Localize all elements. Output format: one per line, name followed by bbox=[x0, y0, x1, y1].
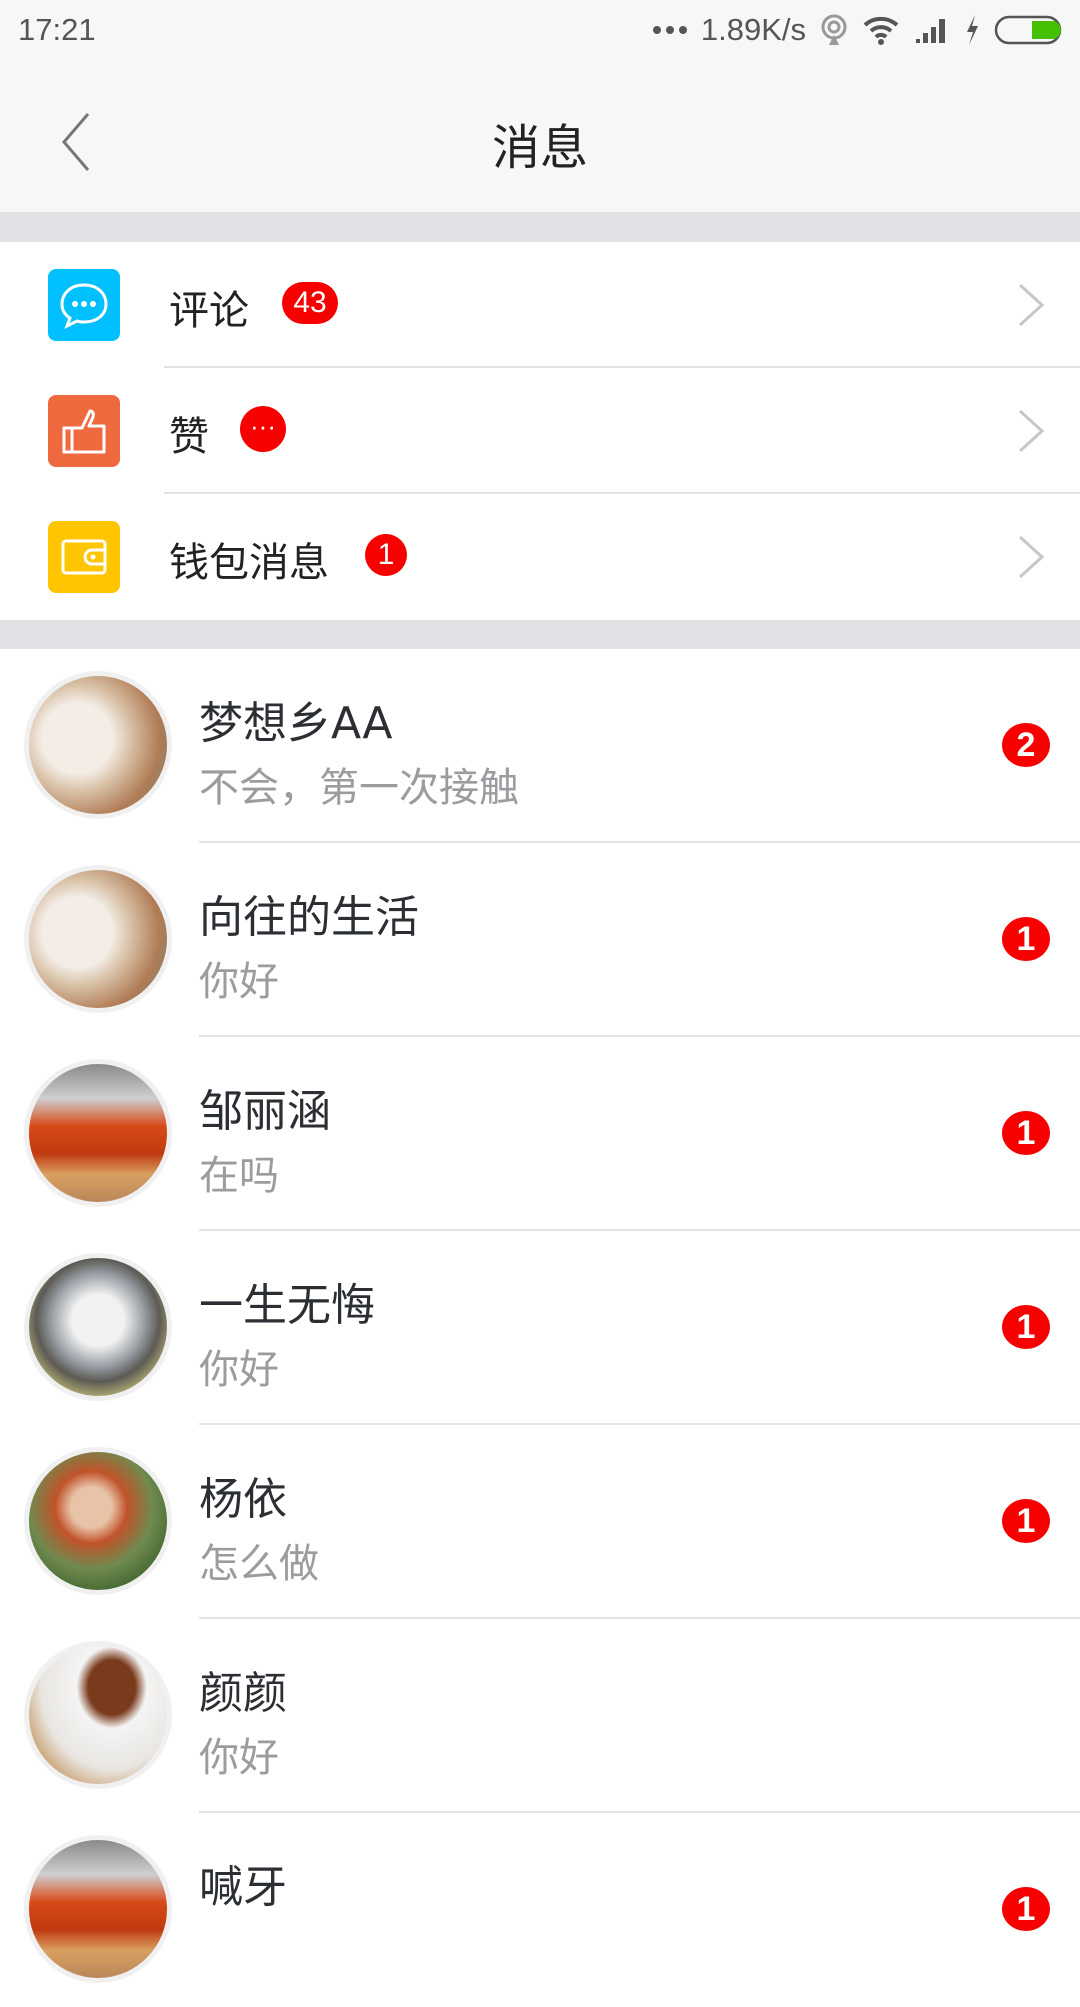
conversation-item[interactable]: 邹丽涵 在吗 1 bbox=[0, 1037, 1080, 1231]
wifi-icon bbox=[863, 16, 899, 45]
conversation-item[interactable]: 杨依 怎么做 1 bbox=[0, 1425, 1080, 1619]
status-icons: 1.89K/s bbox=[652, 10, 1064, 50]
unread-badge: 1 bbox=[1002, 1111, 1050, 1155]
conversation-item[interactable]: 一生无悔 你好 1 bbox=[0, 1231, 1080, 1425]
conversation-name: 杨依 bbox=[199, 1474, 287, 1525]
conversation-preview: 你好 bbox=[199, 959, 279, 1005]
conversation-item[interactable]: 梦想乡AA 不会，第一次接触 2 bbox=[0, 649, 1080, 843]
menu-item-wallet[interactable]: 钱包消息 1 bbox=[0, 494, 1080, 620]
signal-icon bbox=[916, 19, 945, 43]
chevron-right-icon bbox=[1018, 283, 1045, 327]
conversation-item[interactable]: 向往的生活 你好 1 bbox=[0, 843, 1080, 1037]
conversation-preview: 你好 bbox=[199, 1735, 279, 1781]
menu-label: 赞 bbox=[169, 414, 209, 460]
avatar[interactable] bbox=[24, 1253, 172, 1401]
conversation-preview: 在吗 bbox=[199, 1153, 279, 1199]
avatar[interactable] bbox=[24, 1641, 172, 1789]
avatar[interactable] bbox=[24, 1835, 172, 1983]
conversation-name: 邹丽涵 bbox=[199, 1086, 331, 1137]
section-divider bbox=[0, 620, 1080, 649]
status-bar: 17:21 1.89K/s bbox=[0, 0, 1080, 70]
conversation-name: 一生无悔 bbox=[199, 1280, 375, 1331]
unread-badge: ··· bbox=[240, 406, 286, 452]
chevron-right-icon bbox=[1018, 535, 1045, 579]
conversation-name: 梦想乡AA bbox=[199, 698, 393, 749]
unread-badge: 1 bbox=[1002, 1887, 1050, 1931]
unread-badge: 2 bbox=[1002, 723, 1050, 767]
hotspot-icon bbox=[821, 14, 847, 45]
avatar[interactable] bbox=[24, 865, 172, 1013]
unread-badge: 43 bbox=[282, 282, 338, 324]
unread-badge: 1 bbox=[1002, 1499, 1050, 1543]
menu-label: 钱包消息 bbox=[169, 540, 329, 586]
unread-badge: 1 bbox=[1002, 1305, 1050, 1349]
conversation-item[interactable]: 喊牙 1 bbox=[0, 1813, 1080, 2007]
network-speed: 1.89K/s bbox=[700, 12, 806, 47]
menu-item-likes[interactable]: 赞 ··· bbox=[0, 368, 1080, 494]
avatar[interactable] bbox=[24, 671, 172, 819]
unread-badge: 1 bbox=[365, 534, 407, 576]
chevron-right-icon bbox=[1018, 409, 1045, 453]
conversation-name: 向往的生活 bbox=[199, 892, 419, 943]
more-dots-icon bbox=[652, 26, 687, 34]
avatar[interactable] bbox=[24, 1447, 172, 1595]
avatar[interactable] bbox=[24, 1059, 172, 1207]
comment-bubble-icon bbox=[48, 269, 120, 341]
conversation-name: 颜颜 bbox=[199, 1668, 287, 1719]
conversation-item[interactable]: 颜颜 你好 bbox=[0, 1619, 1080, 1813]
status-time: 17:21 bbox=[18, 12, 96, 47]
battery-icon bbox=[994, 15, 1062, 45]
unread-badge: 1 bbox=[1002, 917, 1050, 961]
conversation-preview: 你好 bbox=[199, 1347, 279, 1393]
page-title: 消息 bbox=[491, 120, 588, 176]
conversation-preview: 不会，第一次接触 bbox=[199, 765, 519, 811]
charging-icon bbox=[967, 15, 978, 45]
thumbs-up-icon bbox=[48, 395, 120, 467]
section-divider bbox=[0, 212, 1080, 242]
wallet-icon bbox=[48, 521, 120, 593]
conversation-preview: 怎么做 bbox=[199, 1541, 319, 1587]
menu-item-comments[interactable]: 评论 43 bbox=[0, 242, 1080, 368]
conversation-name: 喊牙 bbox=[199, 1862, 287, 1913]
menu-label: 评论 bbox=[169, 288, 249, 334]
nav-bar: 消息 bbox=[0, 70, 1080, 212]
